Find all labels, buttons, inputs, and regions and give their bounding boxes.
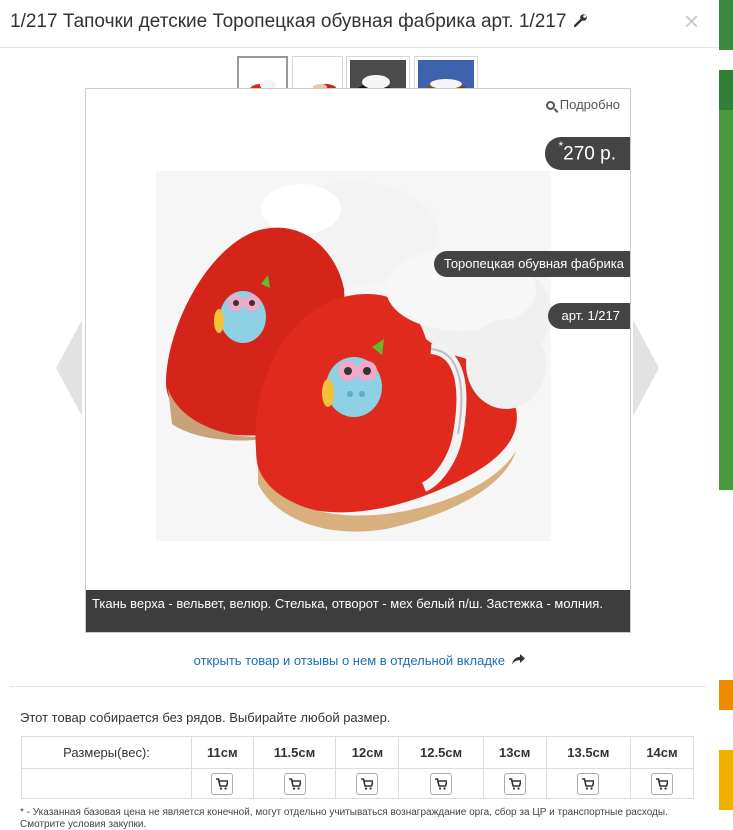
details-link[interactable]: Подробно — [545, 97, 620, 112]
size-cell: 11.5см — [252, 736, 337, 769]
product-photo — [156, 171, 551, 541]
product-modal: 1/217 Тапочки детские Торопецкая обувная… — [0, 0, 719, 830]
next-arrow[interactable] — [633, 320, 659, 416]
size-cell: 12.5см — [398, 736, 484, 769]
modal-header: 1/217 Тапочки детские Торопецкая обувная… — [0, 0, 719, 48]
cart-icon — [216, 778, 229, 790]
cart-icon — [361, 778, 374, 790]
price-tag: *270 р. — [544, 137, 630, 170]
add-to-cart-button[interactable] — [356, 773, 379, 795]
add-to-cart-button[interactable] — [283, 773, 306, 795]
section-divider — [10, 686, 706, 687]
cart-icon — [288, 778, 301, 790]
add-to-cart-button[interactable] — [503, 773, 526, 795]
add-to-cart-button[interactable] — [650, 773, 673, 795]
add-to-cart-button[interactable] — [211, 773, 234, 795]
background-page-strip — [719, 0, 733, 830]
share-icon — [509, 654, 526, 668]
previous-arrow[interactable] — [56, 320, 82, 416]
size-cell: 13см — [482, 736, 547, 769]
product-description: Ткань верха - вельвет, велюр. Стелька, о… — [86, 590, 630, 632]
cart-row — [21, 768, 695, 799]
size-cell: 11см — [191, 736, 254, 769]
cart-icon — [435, 778, 448, 790]
add-to-cart-button[interactable] — [577, 773, 600, 795]
price-asterisk: * — [558, 139, 564, 153]
product-title: 1/217 Тапочки детские Торопецкая обувная… — [10, 11, 567, 32]
cart-row-label — [21, 768, 192, 799]
search-icon — [545, 101, 555, 110]
sizes-table: Размеры(вес): 11см 11.5см 12см 12.5см 13… — [21, 736, 695, 799]
size-cell: 12см — [335, 736, 400, 769]
close-icon[interactable]: × — [684, 6, 699, 37]
modal-title: 1/217 Тапочки детские Торопецкая обувная… — [10, 11, 588, 33]
open-link-label: открыть товар и отзывы о нем в отдельной… — [193, 653, 505, 668]
brand-tag: Торопецкая обувная фабрика — [433, 251, 630, 277]
add-to-cart-button[interactable] — [430, 773, 453, 795]
wrench-icon[interactable] — [574, 13, 588, 31]
cart-icon — [582, 778, 595, 790]
cart-icon — [508, 778, 521, 790]
cart-icon — [655, 778, 668, 790]
details-label: Подробно — [559, 97, 620, 112]
open-in-new-tab-link[interactable]: открыть товар и отзывы о нем в отдельной… — [0, 653, 719, 668]
sizes-header-row: Размеры(вес): 11см 11.5см 12см 12.5см 13… — [21, 736, 695, 769]
size-notice: Этот товар собирается без рядов. Выбирай… — [20, 710, 391, 725]
article-tag: арт. 1/217 — [547, 303, 630, 329]
price-value: 270 р. — [563, 143, 616, 165]
product-image-viewer: Подробно *270 р. Торопецкая обувная фабр… — [85, 88, 631, 633]
sizes-header-label: Размеры(вес): — [21, 736, 192, 769]
size-cell: 13.5см — [545, 736, 631, 769]
size-cell: 14см — [629, 736, 695, 769]
price-footnote: * - Указанная базовая цена не является к… — [20, 807, 668, 830]
